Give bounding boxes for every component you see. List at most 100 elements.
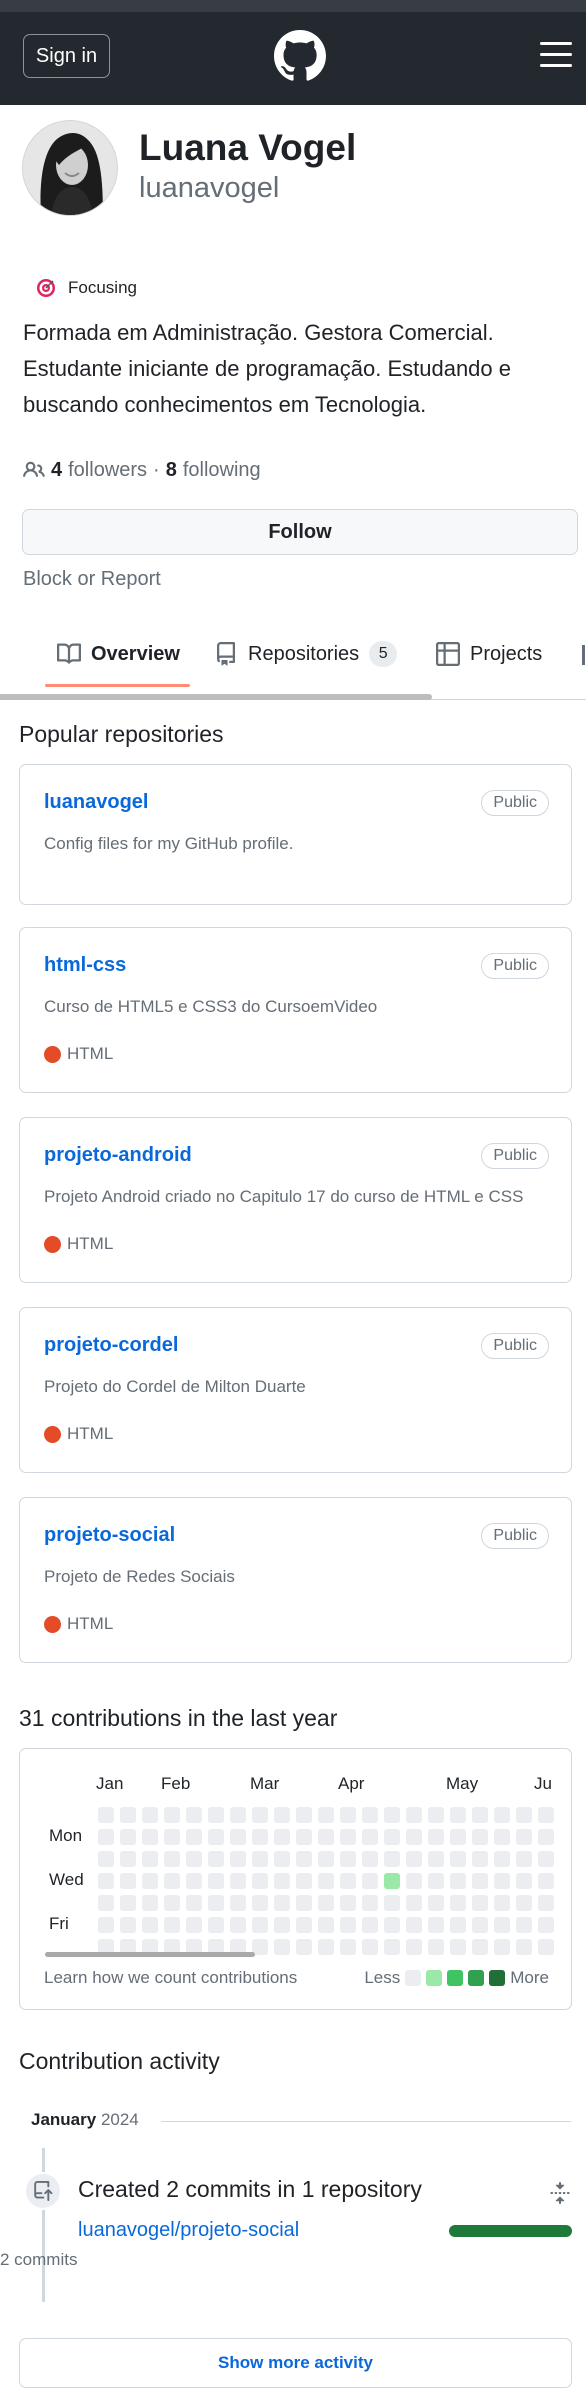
menu-icon[interactable] [540,42,572,68]
contribution-day-cell[interactable] [164,1895,180,1911]
contribution-day-cell[interactable] [384,1917,400,1933]
contribution-day-cell[interactable] [98,1895,114,1911]
followers-count[interactable]: 4 [51,459,62,482]
contribution-day-cell[interactable] [318,1873,334,1889]
contribution-day-cell[interactable] [296,1829,312,1845]
contribution-day-cell[interactable] [516,1895,532,1911]
contribution-day-cell[interactable] [450,1917,466,1933]
contribution-day-cell[interactable] [406,1895,422,1911]
following-count[interactable]: 8 [166,459,177,482]
contribution-day-cell[interactable] [120,1829,136,1845]
contribution-day-cell[interactable] [274,1895,290,1911]
contribution-day-cell[interactable] [186,1807,202,1823]
contribution-day-cell[interactable] [164,1829,180,1845]
contribution-day-cell[interactable] [538,1851,554,1867]
contribution-day-cell[interactable] [274,1829,290,1845]
follow-button[interactable]: Follow [22,509,578,555]
contribution-day-cell[interactable] [164,1807,180,1823]
contribution-day-cell[interactable] [406,1851,422,1867]
contribution-day-cell[interactable] [340,1917,356,1933]
contribution-day-cell[interactable] [472,1917,488,1933]
contribution-day-cell[interactable] [494,1873,510,1889]
contribution-day-cell[interactable] [450,1873,466,1889]
contribution-day-cell[interactable] [142,1807,158,1823]
activity-repo-link[interactable]: luanavogel/projeto-social [78,2219,299,2242]
contribution-day-cell[interactable] [362,1851,378,1867]
contribution-day-cell[interactable] [516,1917,532,1933]
contribution-day-cell[interactable] [296,1851,312,1867]
contribution-day-cell[interactable] [142,1873,158,1889]
block-report-link[interactable]: Block or Report [23,568,161,591]
tab-repositories[interactable]: Repositories 5 [214,625,398,683]
repo-name-link[interactable]: luanavogel [44,791,148,814]
contribution-day-cell[interactable] [362,1917,378,1933]
contribution-day-cell[interactable] [164,1873,180,1889]
tab-overview[interactable]: Overview [57,625,180,683]
contribution-day-cell[interactable] [98,1917,114,1933]
contribution-day-cell[interactable] [362,1939,378,1955]
contribution-day-cell[interactable] [428,1851,444,1867]
contribution-day-cell[interactable] [296,1939,312,1955]
github-logo-icon[interactable] [274,30,326,82]
contribution-day-cell[interactable] [428,1807,444,1823]
contribution-day-cell[interactable] [142,1851,158,1867]
contribution-day-cell[interactable] [362,1895,378,1911]
contribution-day-cell[interactable] [230,1917,246,1933]
contribution-day-cell[interactable] [318,1917,334,1933]
contribution-day-cell[interactable] [516,1873,532,1889]
contribution-day-cell[interactable] [318,1895,334,1911]
contribution-day-cell[interactable] [252,1807,268,1823]
contribution-day-cell[interactable] [230,1895,246,1911]
status-badge[interactable]: Focusing [26,268,137,308]
contribution-day-cell[interactable] [538,1829,554,1845]
contribution-day-cell[interactable] [164,1851,180,1867]
contribution-day-cell[interactable] [230,1829,246,1845]
contribution-day-cell[interactable] [252,1829,268,1845]
contribution-day-cell[interactable] [208,1873,224,1889]
following-link[interactable]: following [183,459,261,482]
contribution-day-cell[interactable] [120,1873,136,1889]
fold-icon[interactable] [549,2182,571,2204]
contribution-day-cell[interactable] [340,1851,356,1867]
contribution-day-cell[interactable] [516,1829,532,1845]
contribution-day-cell[interactable] [230,1873,246,1889]
contribution-day-cell[interactable] [230,1851,246,1867]
contribution-day-cell[interactable] [428,1829,444,1845]
contribution-day-cell[interactable] [538,1895,554,1911]
contribution-day-cell[interactable] [472,1829,488,1845]
contribution-day-cell[interactable] [406,1829,422,1845]
contribution-day-cell[interactable] [318,1829,334,1845]
contribution-day-cell[interactable] [428,1917,444,1933]
contribution-day-cell[interactable] [186,1851,202,1867]
tabs-scrollbar[interactable] [0,694,432,700]
repo-name-link[interactable]: projeto-cordel [44,1334,178,1357]
contribution-day-cell[interactable] [384,1939,400,1955]
contribution-day-cell[interactable] [318,1851,334,1867]
contribution-day-cell[interactable] [516,1939,532,1955]
contribution-day-cell[interactable] [538,1873,554,1889]
contribution-day-cell[interactable] [384,1873,400,1889]
contribution-day-cell[interactable] [340,1873,356,1889]
contribution-day-cell[interactable] [450,1851,466,1867]
contribution-day-cell[interactable] [472,1851,488,1867]
contribution-day-cell[interactable] [450,1807,466,1823]
contribution-day-cell[interactable] [450,1829,466,1845]
contribution-day-cell[interactable] [384,1829,400,1845]
contribution-day-cell[interactable] [230,1807,246,1823]
contribution-day-cell[interactable] [494,1939,510,1955]
avatar[interactable] [22,120,118,216]
contribution-day-cell[interactable] [98,1829,114,1845]
contribution-day-cell[interactable] [208,1851,224,1867]
contribution-day-cell[interactable] [362,1829,378,1845]
contribution-day-cell[interactable] [120,1807,136,1823]
contribution-day-cell[interactable] [538,1917,554,1933]
contribution-day-cell[interactable] [494,1917,510,1933]
contribution-day-cell[interactable] [494,1851,510,1867]
tab-projects[interactable]: Projects [436,625,542,683]
contribution-day-cell[interactable] [274,1917,290,1933]
contribution-day-cell[interactable] [494,1829,510,1845]
contribution-day-cell[interactable] [494,1807,510,1823]
contribution-day-cell[interactable] [252,1873,268,1889]
contribution-day-cell[interactable] [208,1829,224,1845]
contribution-day-cell[interactable] [142,1917,158,1933]
